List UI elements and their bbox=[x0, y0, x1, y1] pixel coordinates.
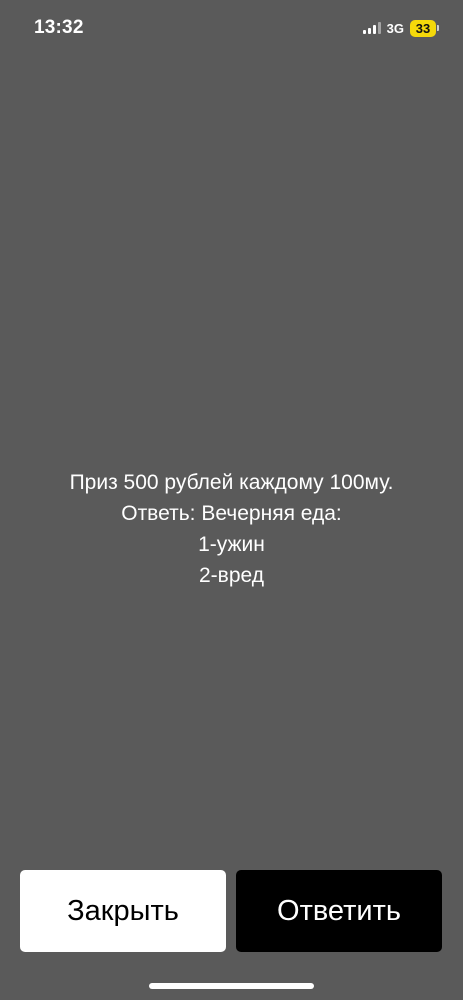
reply-button[interactable]: Ответить bbox=[236, 870, 442, 952]
battery-icon: 33 bbox=[410, 19, 439, 37]
action-buttons: Закрыть Ответить bbox=[20, 870, 442, 952]
status-indicators: 3G 33 bbox=[362, 19, 439, 37]
message-line: 2-вред bbox=[199, 564, 264, 587]
screen: 13:32 3G 33 Приз 500 рублей каждому 100м… bbox=[0, 0, 463, 1000]
network-label: 3G bbox=[386, 20, 404, 36]
message-line: Приз 500 рублей каждому 100му. bbox=[69, 471, 394, 494]
message-line: 1-ужин bbox=[198, 533, 265, 556]
message-text: Приз 500 рублей каждому 100му. Ответь: В… bbox=[0, 467, 463, 591]
message-line: Ответь: Вечерняя еда: bbox=[121, 502, 342, 525]
status-time: 13:32 bbox=[34, 17, 84, 38]
signal-icon bbox=[362, 22, 381, 34]
battery-level: 33 bbox=[410, 19, 436, 37]
home-indicator[interactable] bbox=[149, 983, 314, 989]
close-button[interactable]: Закрыть bbox=[20, 870, 226, 952]
status-bar: 13:32 3G 33 bbox=[0, 0, 463, 56]
battery-tip bbox=[437, 25, 439, 31]
